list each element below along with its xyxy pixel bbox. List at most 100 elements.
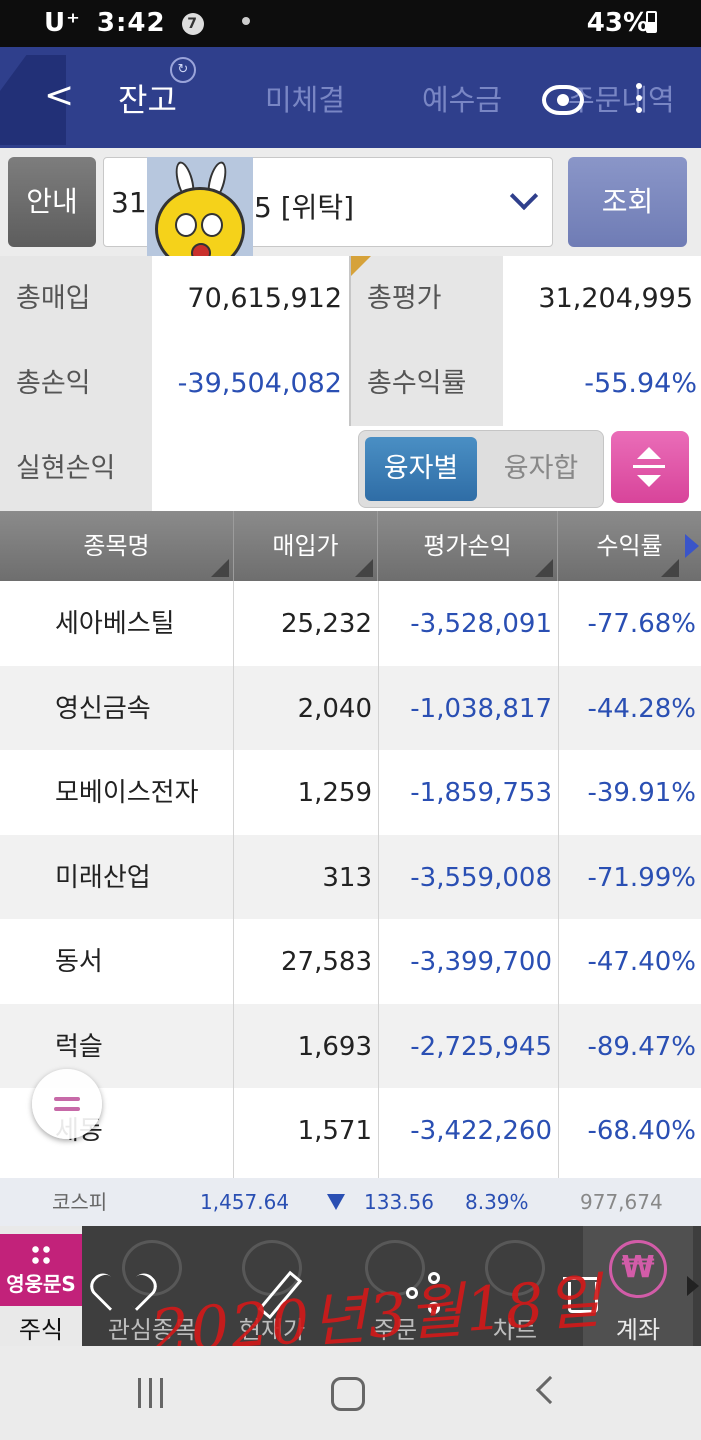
table-row[interactable]: 미래산업 313 -3,559,008 -71.99% [0,834,701,919]
purchase-price: 313 [322,862,372,893]
table-row[interactable]: 동서 27,583 -3,399,700 -47.40% [0,919,701,1004]
tab-order-history[interactable]: 주문내역 [568,77,675,119]
purchase-price: 2,040 [297,693,372,724]
total-eval-label: 총평가 [351,256,503,341]
carrier-label: U⁺ [44,8,81,38]
next-columns-arrow-icon[interactable] [685,534,699,558]
stock-name: 미래산업 [55,862,151,893]
tab-balance[interactable]: 잔고 [118,75,177,121]
total-pnl-label: 총손익 [0,341,152,426]
sort-corner-icon [211,559,229,577]
status-left: U⁺ 3:42 7 [44,8,250,38]
index-volume: 977,674 [580,1190,663,1214]
account-row: 안내 31 5 [위탁] 조회 [0,148,701,256]
index-change: 133.56 [364,1190,434,1214]
index-change-percent: 8.39% [465,1190,529,1214]
eval-pnl: -1,038,817 [410,693,552,724]
purchase-price: 25,232 [281,609,372,639]
eval-pnl: -3,528,091 [410,609,552,639]
system-navigation-bar [0,1346,701,1440]
summary-divider [349,256,351,426]
corner-indicator-icon [351,256,371,276]
stock-name: 영신금속 [55,693,151,724]
column-divider [558,581,559,1178]
sort-corner-icon [355,559,373,577]
battery-percent: 43% [586,8,649,38]
notification-dot-icon [241,17,250,25]
stock-name: 세아베스틸 [55,609,175,639]
purchase-price: 1,259 [297,778,372,808]
account-number-suffix: 5 [위탁] [254,191,355,224]
return-rate: -47.40% [587,947,696,977]
margin-combined-toggle[interactable]: 융자합 [483,437,599,501]
app-header: < 잔고 ↻ 미체결 예수금 주문내역 [0,47,701,148]
column-divider [378,581,379,1178]
total-pnl-value: -39,504,082 [152,341,350,426]
stock-name: 동서 [55,947,103,977]
more-menu-icon[interactable] [636,83,642,119]
eval-pnl: -1,859,753 [410,778,552,808]
heart-icon[interactable] [102,1272,144,1314]
eval-pnl: -3,559,008 [410,862,552,893]
index-name: 코스피 [52,1190,108,1214]
purchase-price: 1,571 [297,1116,372,1146]
status-bar: U⁺ 3:42 7 43% [0,0,701,47]
return-rate: -71.99% [587,862,696,893]
table-row[interactable]: 세동 1,571 -3,422,260 -68.40% [0,1088,701,1173]
clock: 3:42 [96,8,166,38]
total-return-label: 총수익률 [351,341,503,426]
column-header-pnl[interactable]: 평가손익 [378,511,558,581]
holdings-table-header: 종목명 매입가 평가손익 수익률 [0,511,701,581]
down-arrow-icon [327,1194,345,1210]
sort-corner-icon [661,559,679,577]
guide-button[interactable]: 안내 [8,157,96,247]
sort-order-button[interactable] [611,431,689,503]
battery-icon [646,11,657,33]
purchase-price: 1,693 [297,1031,372,1062]
table-row[interactable]: 영신금속 2,040 -1,038,817 -44.28% [0,665,701,750]
back-arrow-icon[interactable]: < [44,75,74,116]
column-header-return[interactable]: 수익률 [558,511,701,581]
nav-more-arrow-icon[interactable] [687,1276,699,1296]
table-row[interactable]: 세아베스틸 25,232 -3,528,091 -77.68% [0,581,701,666]
system-back-icon[interactable] [535,1375,565,1405]
balance-summary: 총매입 70,615,912 총평가 31,204,995 총손익 -39,50… [0,256,701,511]
table-row[interactable]: 모베이스전자 1,259 -1,859,753 -39.91% [0,750,701,835]
floating-menu-button[interactable] [32,1069,102,1139]
nav-stock[interactable]: 영웅문S 주식 [0,1226,82,1346]
recent-apps-icon[interactable] [134,1378,168,1408]
return-rate: -68.40% [587,1116,696,1146]
realized-pnl-label: 실현손익 [0,426,152,511]
by-margin-toggle[interactable]: 융자별 [365,437,477,501]
column-header-price[interactable]: 매입가 [234,511,378,581]
chevron-down-icon [509,181,539,211]
column-header-name[interactable]: 종목명 [0,511,234,581]
table-row[interactable]: 럭슬 1,693 -2,725,945 -89.47% [0,1003,701,1088]
total-return-value: -55.94% [503,341,701,426]
tab-pending-orders[interactable]: 미체결 [265,77,345,119]
sort-corner-icon [535,559,553,577]
notification-count-icon: 7 [181,13,204,35]
grid-icon [30,1244,52,1266]
account-number-prefix: 31 [111,186,147,219]
total-purchase-label: 총매입 [0,256,152,341]
market-index-ticker[interactable]: 코스피 1,457.64 133.56 8.39% 977,674 [0,1178,701,1226]
eye-icon[interactable] [542,85,584,115]
eval-pnl: -3,422,260 [410,1116,552,1146]
refresh-badge-icon: ↻ [170,57,196,83]
tab-deposit[interactable]: 예수금 [422,77,502,119]
holdings-table-body: 세아베스틸 25,232 -3,528,091 -77.68% 영신금속 2,0… [0,581,701,1178]
return-rate: -89.47% [587,1031,696,1062]
purchase-price: 27,583 [281,947,372,977]
eval-pnl: -2,725,945 [410,1031,552,1062]
return-rate: -44.28% [587,693,696,724]
home-icon[interactable] [331,1377,365,1411]
column-divider [233,581,234,1178]
query-button[interactable]: 조회 [568,157,687,247]
stock-name: 모베이스전자 [55,778,199,808]
return-rate: -39.91% [587,778,696,808]
eval-pnl: -3,399,700 [410,947,552,977]
total-purchase-value: 70,615,912 [152,256,350,341]
index-value: 1,457.64 [200,1190,290,1214]
margin-toggle: 융자별 융자합 [358,430,604,508]
